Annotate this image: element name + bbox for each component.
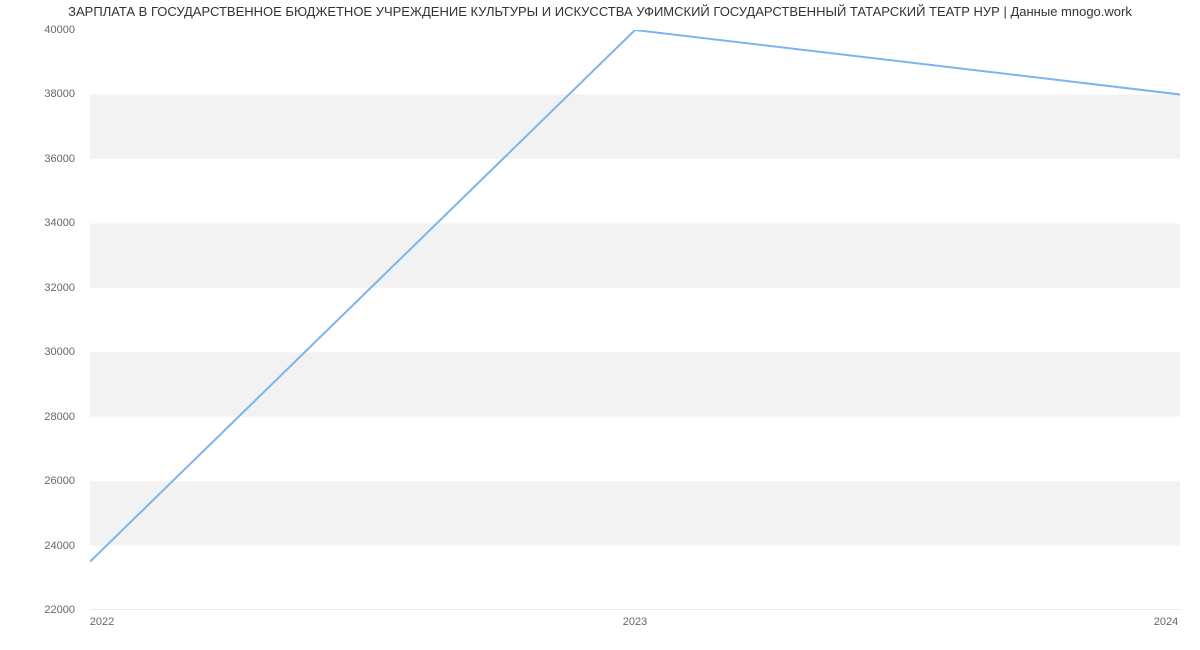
y-tick-label: 32000 (44, 282, 75, 294)
grid-band (90, 94, 1180, 158)
y-tick-label: 22000 (44, 604, 75, 616)
grid-band (90, 481, 1180, 545)
grid-band (90, 352, 1180, 416)
grid-band (90, 223, 1180, 287)
y-axis-ticks: 2200024000260002800030000320003400036000… (0, 30, 85, 610)
chart-container: ЗАРПЛАТА В ГОСУДАРСТВЕННОЕ БЮДЖЕТНОЕ УЧР… (0, 0, 1200, 650)
grid-band (90, 30, 1180, 94)
y-tick-label: 30000 (44, 346, 75, 358)
grid-band (90, 417, 1180, 481)
y-tick-label: 26000 (44, 475, 75, 487)
chart-svg (90, 30, 1180, 610)
grid-band (90, 546, 1180, 610)
y-tick-label: 34000 (44, 217, 75, 229)
grid-bands (90, 30, 1180, 610)
grid-band (90, 159, 1180, 223)
y-tick-label: 24000 (44, 540, 75, 552)
x-tick-label: 2024 (1154, 616, 1178, 628)
grid-band (90, 288, 1180, 352)
y-tick-label: 40000 (44, 24, 75, 36)
plot-area (90, 30, 1180, 610)
y-tick-label: 28000 (44, 411, 75, 423)
y-tick-label: 38000 (44, 88, 75, 100)
chart-title: ЗАРПЛАТА В ГОСУДАРСТВЕННОЕ БЮДЖЕТНОЕ УЧР… (0, 4, 1200, 19)
x-tick-label: 2022 (90, 616, 114, 628)
x-tick-label: 2023 (623, 616, 647, 628)
y-tick-label: 36000 (44, 153, 75, 165)
